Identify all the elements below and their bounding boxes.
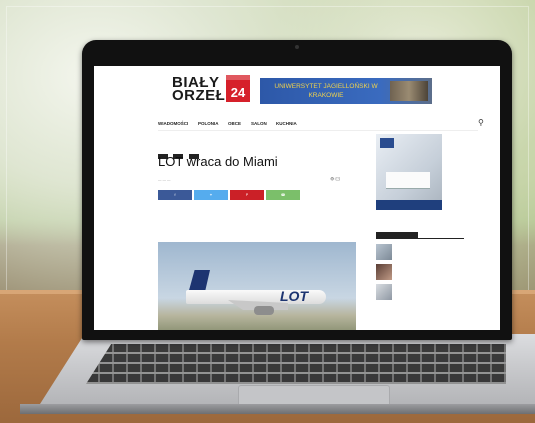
popular-thumb bbox=[376, 244, 392, 260]
camera-icon bbox=[295, 45, 299, 49]
logo-badge-number: 24 bbox=[230, 85, 246, 100]
share-facebook-button[interactable]: f bbox=[158, 190, 192, 200]
site-logo[interactable]: BIAŁY ORZEŁ bbox=[172, 75, 226, 104]
site-header: BIAŁY ORZEŁ 24 UNIWERSYTET JAGIELLOŃSKI … bbox=[94, 66, 500, 116]
logo-badge-stripe bbox=[226, 75, 250, 80]
nav-item-salon[interactable]: SALON bbox=[251, 121, 267, 126]
article-hero-image: LOT bbox=[158, 242, 356, 330]
popular-divider bbox=[376, 238, 464, 239]
popular-item[interactable] bbox=[376, 264, 466, 280]
laptop-screen: BIAŁY ORZEŁ 24 UNIWERSYTET JAGIELLOŃSKI … bbox=[94, 66, 500, 330]
comments-icon: ✉ bbox=[335, 177, 340, 181]
nav-item-wiadomosci[interactable]: WIADOMOŚCI bbox=[158, 121, 188, 126]
ad-logo bbox=[380, 138, 394, 148]
laptop-lid: BIAŁY ORZEŁ 24 UNIWERSYTET JAGIELLOŃSKI … bbox=[82, 40, 512, 340]
pinterest-icon: P bbox=[245, 193, 249, 197]
ad-caption bbox=[376, 200, 442, 210]
banner-photo bbox=[390, 81, 428, 101]
article-counters: 👁 ✉ bbox=[330, 177, 340, 181]
popular-thumb bbox=[376, 264, 392, 280]
ad-room-photo bbox=[386, 172, 430, 188]
header-ad-banner[interactable]: UNIWERSYTET JAGIELLOŃSKI W KRAKOWIE bbox=[260, 78, 432, 104]
logo-line2: ORZEŁ bbox=[172, 87, 226, 104]
popular-item[interactable] bbox=[376, 244, 466, 260]
share-pinterest-button[interactable]: P bbox=[230, 190, 264, 200]
share-twitter-button[interactable]: ✦ bbox=[194, 190, 228, 200]
share-whatsapp-button[interactable]: ☎ bbox=[266, 190, 300, 200]
laptop-keyboard bbox=[86, 344, 506, 384]
sidebar-ad[interactable] bbox=[376, 134, 442, 210]
plane-livery-text: LOT bbox=[280, 288, 308, 304]
nav-item-kuchnia[interactable]: KUCHNIA bbox=[276, 121, 297, 126]
nav-item-obce[interactable]: OBCE bbox=[228, 121, 241, 126]
popular-thumb bbox=[376, 284, 392, 300]
search-icon[interactable]: ⚲ bbox=[478, 118, 488, 128]
logo-badge[interactable]: 24 bbox=[226, 75, 250, 102]
facebook-icon: f bbox=[174, 193, 176, 197]
main-nav: WIADOMOŚCI POLONIA OBCE SALON KUCHNIA bbox=[158, 118, 478, 131]
share-buttons: f ✦ P ☎ bbox=[158, 190, 366, 200]
article-title: LOT wraca do Miami bbox=[158, 154, 278, 169]
whatsapp-icon: ☎ bbox=[280, 193, 286, 197]
views-icon: 👁 bbox=[330, 177, 335, 181]
laptop-front-edge bbox=[20, 404, 535, 414]
popular-item[interactable] bbox=[376, 284, 466, 300]
twitter-icon: ✦ bbox=[209, 193, 213, 197]
nav-item-polonia[interactable]: POLONIA bbox=[198, 121, 219, 126]
article-date: — — — bbox=[158, 178, 171, 182]
plane-engine bbox=[254, 306, 274, 315]
